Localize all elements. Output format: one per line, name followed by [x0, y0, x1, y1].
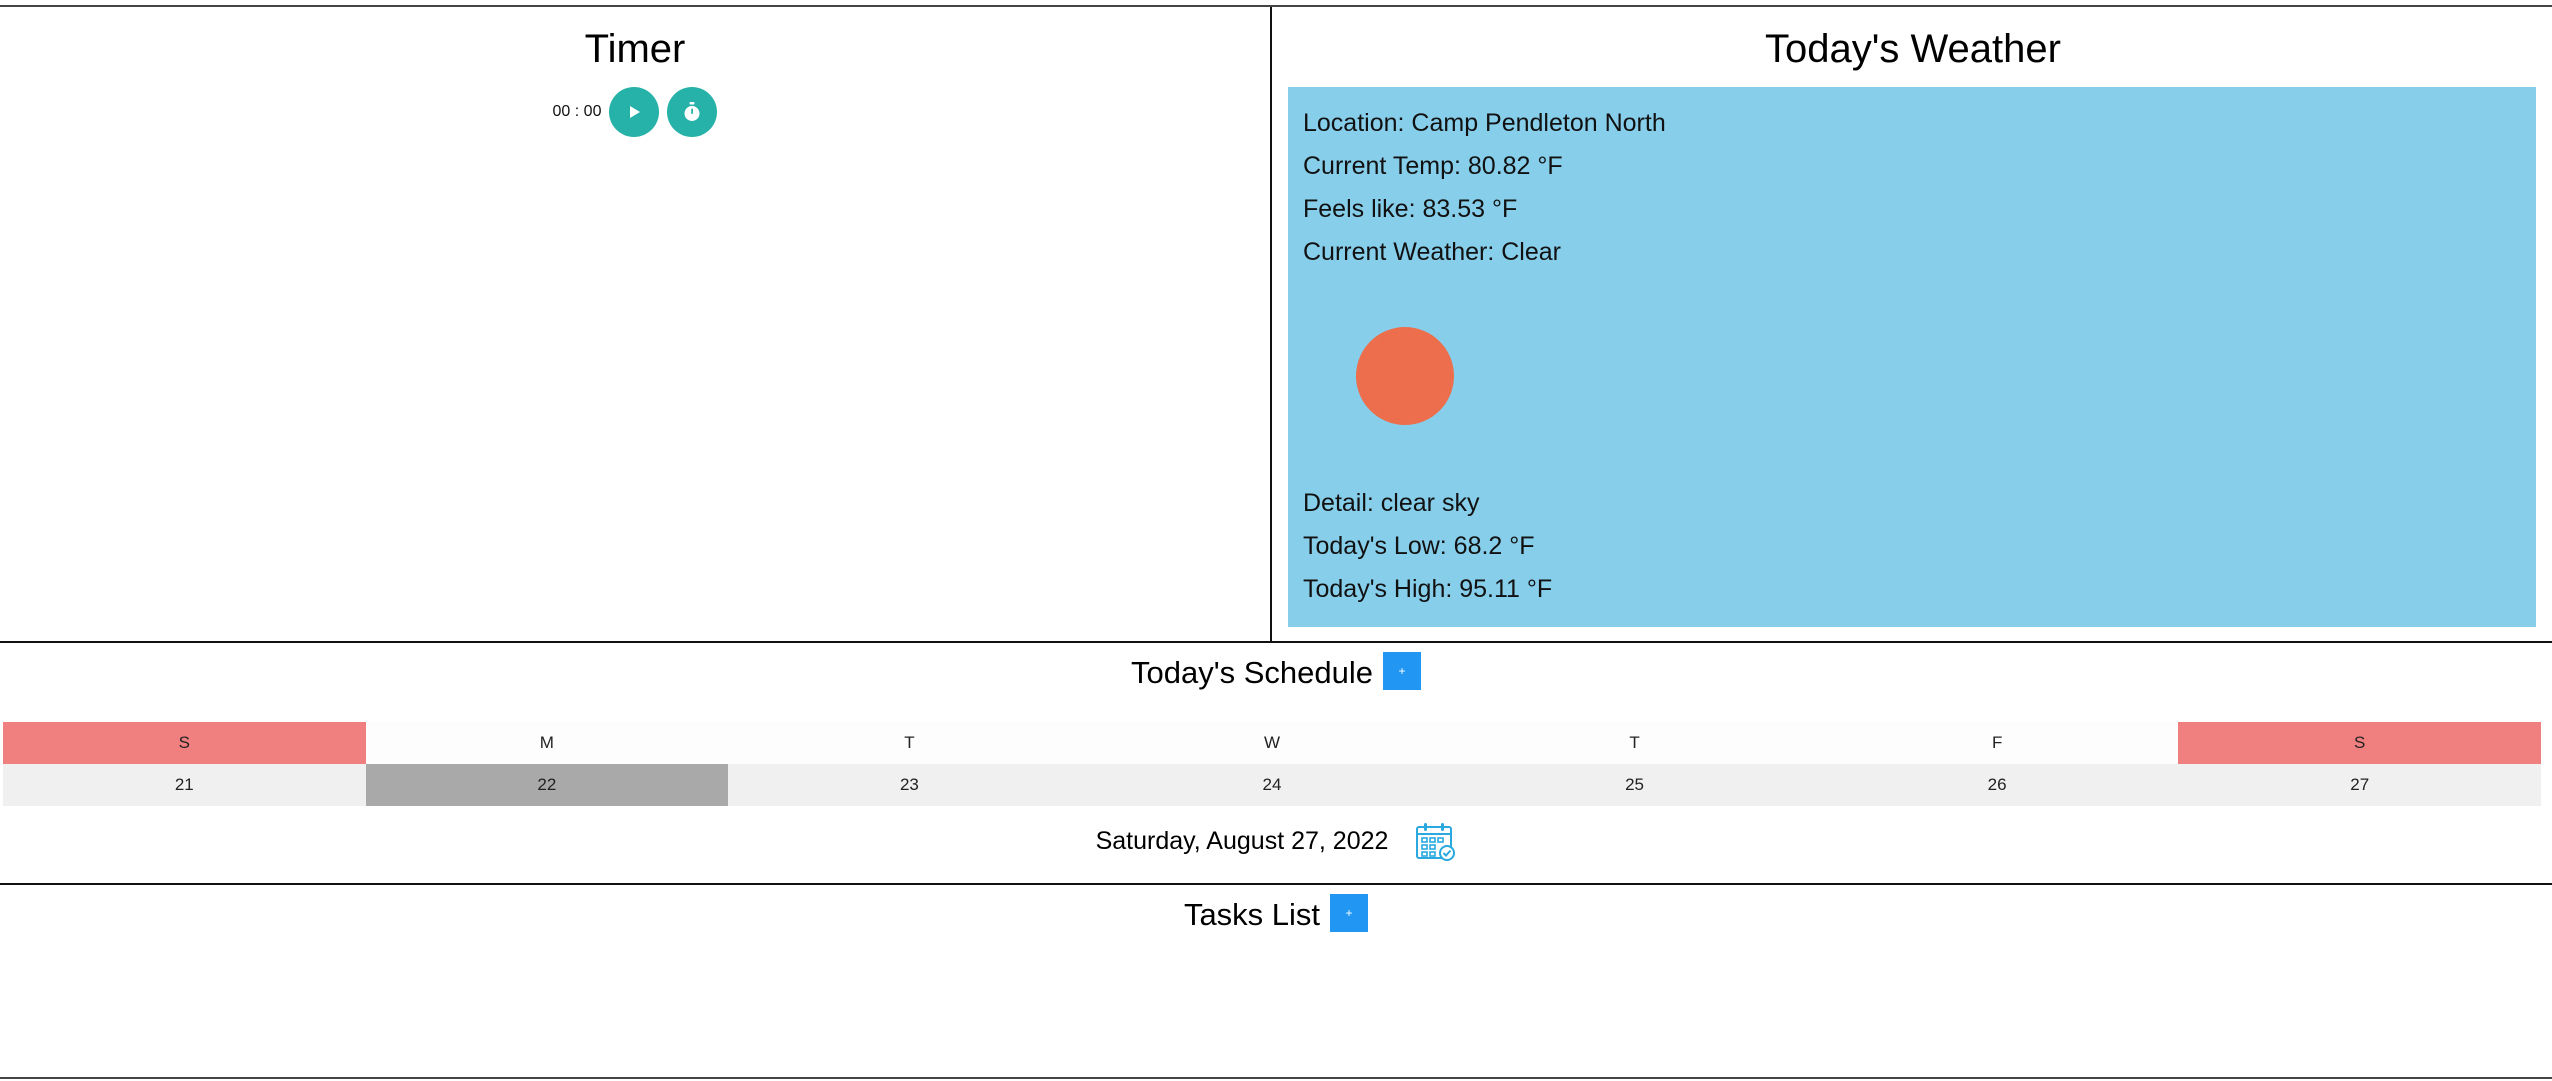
stopwatch-button[interactable]	[667, 87, 718, 137]
timer-controls: 00 : 00	[0, 87, 1270, 137]
top-row: Timer 00 : 00 Today's Weather Location: …	[0, 7, 2552, 643]
date-row: Saturday, August 27, 2022	[0, 820, 2552, 862]
calendar-day[interactable]: 26	[1815, 764, 2179, 806]
tasks-title: Tasks List	[1183, 897, 1321, 932]
add-task-button[interactable]: +	[1330, 894, 1369, 932]
weather-low: Today's Low: 68.2 °F	[1303, 532, 1535, 560]
timer-play-button[interactable]	[609, 87, 660, 137]
schedule-title: Today's Schedule	[1130, 655, 1374, 690]
weather-high: Today's High: 95.11 °F	[1303, 575, 1553, 603]
current-date: Saturday, August 27, 2022	[1095, 826, 1389, 855]
weather-title: Today's Weather	[1765, 27, 2061, 71]
calendar-day[interactable]: 24	[1090, 764, 1454, 806]
stopwatch-icon	[684, 102, 700, 121]
weekday-header: W	[1090, 722, 1454, 764]
weather-current-condition: Current Weather: Clear	[1303, 238, 1561, 266]
weekday-header: T	[1453, 722, 1816, 764]
weekday-header: T	[728, 722, 1091, 764]
weekday-header: S	[3, 722, 366, 764]
weather-detail: Detail: clear sky	[1303, 489, 1480, 517]
calendar-day[interactable]: 27	[2178, 764, 2541, 806]
calendar-day[interactable]: 23	[728, 764, 1091, 806]
play-icon	[630, 106, 641, 118]
weather-card: Location: Camp Pendleton North Current T…	[1288, 87, 2536, 627]
calendar-day[interactable]: 25	[1453, 764, 1816, 806]
calendar-day[interactable]: 21	[3, 764, 366, 806]
weather-current-temp: Current Temp: 80.82 °F	[1303, 152, 1563, 180]
weather-feels-like: Feels like: 83.53 °F	[1303, 195, 1518, 223]
weather-panel: Today's Weather Location: Camp Pendleton…	[1274, 7, 2552, 641]
timer-display: 00 : 00	[552, 103, 602, 120]
weather-location: Location: Camp Pendleton North	[1303, 109, 1666, 137]
schedule-section: Today's Schedule + S M T W T F S 21 22 23 24 25 26 27…	[0, 643, 2552, 885]
weekday-header: M	[365, 722, 729, 764]
sun-icon	[1356, 327, 1454, 425]
timer-title: Timer	[584, 27, 686, 71]
tasks-header: Tasks List +	[0, 894, 2552, 933]
add-schedule-button[interactable]: +	[1383, 652, 1422, 690]
app-frame: Timer 00 : 00 Today's Weather Location: …	[0, 5, 2552, 1079]
tasks-section: Tasks List +	[0, 885, 2552, 1081]
calendar-day[interactable]: 22	[365, 764, 729, 806]
timer-panel: Timer 00 : 00	[0, 7, 1272, 641]
weekday-header: S	[2178, 722, 2541, 764]
week-calendar: S M T W T F S 21 22 23 24 25 26 27	[3, 722, 2541, 806]
schedule-header: Today's Schedule +	[0, 652, 2552, 691]
weekday-header: F	[1815, 722, 2179, 764]
calendar-check-icon[interactable]	[1414, 820, 1456, 862]
